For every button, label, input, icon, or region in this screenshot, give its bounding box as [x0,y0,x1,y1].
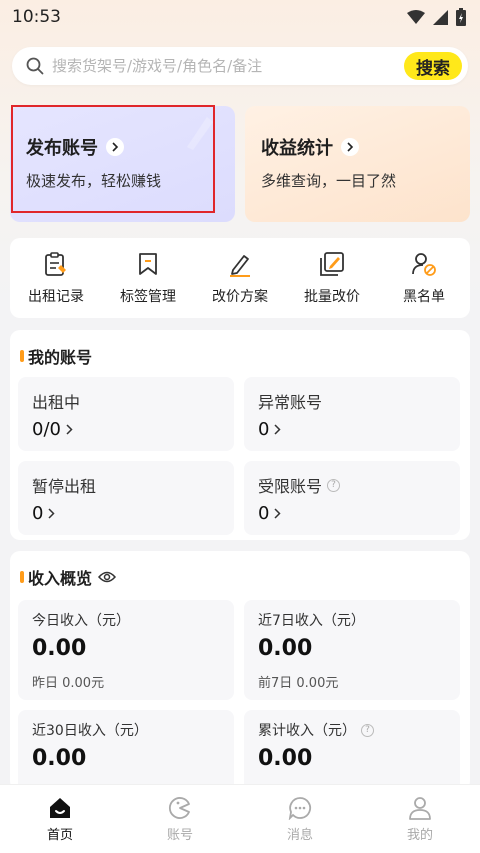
search-button[interactable]: 搜索 [404,52,462,80]
user-icon [409,796,431,820]
batch-edit-icon [319,250,345,278]
total-income-value: 0.00 [258,746,313,771]
restricted-label: 受限账号 [258,477,323,496]
signal-icon [433,9,448,25]
my-accounts-title: 我的账号 [28,348,93,367]
paused-count: 0 [32,503,44,524]
today-income-compare: 昨日 0.00元 [32,676,105,691]
nav-messages[interactable]: 消息 [255,796,345,843]
tile-value: 0 [32,503,56,524]
accent-bar [20,571,24,583]
tile-week-income[interactable]: 近7日收入（元） 0.00 前7日 0.00元 [244,600,460,700]
card-decoration-icon [187,117,213,150]
income-card-title: 收益统计 [261,134,359,160]
section-title: 收入概览 [20,565,117,589]
tool-label: 改价方案 [212,289,268,305]
restricted-count: 0 [258,503,270,524]
month-income-value: 0.00 [32,746,87,771]
tile-label: 受限账号 ? [258,473,341,497]
income-card-subtitle: 多维查询，一目了然 [261,172,397,190]
tool-label: 批量改价 [304,289,360,305]
tile-month-income[interactable]: 近30日收入（元） 0.00 [18,710,234,791]
edit-pencil-icon [227,250,253,278]
bottom-nav: 首页 账号 消息 我的 [0,784,480,853]
tag-icon [136,250,160,278]
chat-bubble-icon [288,796,312,820]
search-input[interactable] [52,57,404,75]
wifi-icon [407,10,425,24]
rental-record-icon [43,250,69,278]
tool-blacklist[interactable]: 黑名单 [380,250,468,306]
status-bar: 10:53 [0,0,480,34]
tile-label: 近30日收入（元） [32,723,148,739]
income-overview-section: 收入概览 今日收入（元） 0.00 昨日 0.00元 近7日收入（元） 0.00… [10,551,470,791]
nav-profile[interactable]: 我的 [375,796,465,843]
income-overview-title: 收入概览 [28,569,93,588]
publish-account-card[interactable]: 发布账号 极速发布，轻松赚钱 [10,106,235,222]
tile-paused[interactable]: 暂停出租 0 [18,461,234,535]
home-icon [50,797,70,818]
section-title: 我的账号 [20,344,92,368]
tile-label: 暂停出租 [32,477,97,496]
total-income-label: 累计收入（元） [258,723,356,739]
tile-total-income[interactable]: 累计收入（元） ? 0.00 [244,710,460,791]
tile-abnormal[interactable]: 异常账号 0 [244,377,460,451]
status-time: 10:53 [12,7,61,27]
battery-icon [456,8,466,26]
chevron-right-icon [274,508,282,519]
accent-bar [20,350,24,362]
my-accounts-section: 我的账号 出租中 0/0 异常账号 0 暂停出租 0 受限账号 ? 0 [10,330,470,540]
publish-card-title-text: 发布账号 [26,138,98,159]
today-income-value: 0.00 [32,636,87,661]
chevron-right-icon [106,138,124,156]
status-icons [407,8,466,26]
tool-label: 出租记录 [28,289,84,305]
search-bar: 搜索 [12,47,468,85]
nav-label: 我的 [406,827,433,843]
nav-accounts[interactable]: 账号 [135,796,225,843]
nav-label: 首页 [46,827,73,843]
tile-label: 近7日收入（元） [258,613,365,629]
tool-tag-manage[interactable]: 标签管理 [104,250,192,306]
nav-home[interactable]: 首页 [15,796,105,843]
tile-value: 0 [258,503,282,524]
chevron-right-icon [66,424,73,435]
tile-value: 0/0 [32,419,73,440]
tool-price-plan[interactable]: 改价方案 [196,250,284,306]
week-income-compare: 前7日 0.00元 [258,676,339,691]
chevron-right-icon [341,138,359,156]
tile-today-income[interactable]: 今日收入（元） 0.00 昨日 0.00元 [18,600,234,700]
search-icon [26,57,44,75]
renting-count: 0/0 [32,419,61,440]
tools-row: 出租记录 标签管理 改价方案 批量改价 黑名单 [10,238,470,318]
income-card-title-text: 收益统计 [261,138,333,159]
eye-icon[interactable] [98,570,117,584]
tile-label: 出租中 [32,393,81,412]
blacklist-user-icon [411,250,437,278]
publish-card-title: 发布账号 [26,134,124,160]
tile-renting[interactable]: 出租中 0/0 [18,377,234,451]
nav-label: 消息 [286,827,313,843]
week-income-value: 0.00 [258,636,313,661]
account-pacman-icon [169,796,190,819]
nav-label: 账号 [166,827,193,843]
tool-label: 黑名单 [403,289,445,305]
abnormal-count: 0 [258,419,270,440]
chevron-right-icon [48,508,56,519]
tile-label: 异常账号 [258,393,323,412]
tile-restricted[interactable]: 受限账号 ? 0 [244,461,460,535]
income-stats-card[interactable]: 收益统计 多维查询，一目了然 [245,106,470,222]
publish-card-subtitle: 极速发布，轻松赚钱 [26,172,162,190]
tile-value: 0 [258,419,282,440]
tool-label: 标签管理 [120,289,176,305]
help-icon[interactable]: ? [327,478,341,492]
tile-label: 累计收入（元） ? [258,720,374,740]
chevron-right-icon [274,424,282,435]
tool-batch-price[interactable]: 批量改价 [288,250,376,306]
tool-rental-record[interactable]: 出租记录 [12,250,100,306]
help-icon[interactable]: ? [361,723,374,737]
tile-label: 今日收入（元） [32,613,130,629]
